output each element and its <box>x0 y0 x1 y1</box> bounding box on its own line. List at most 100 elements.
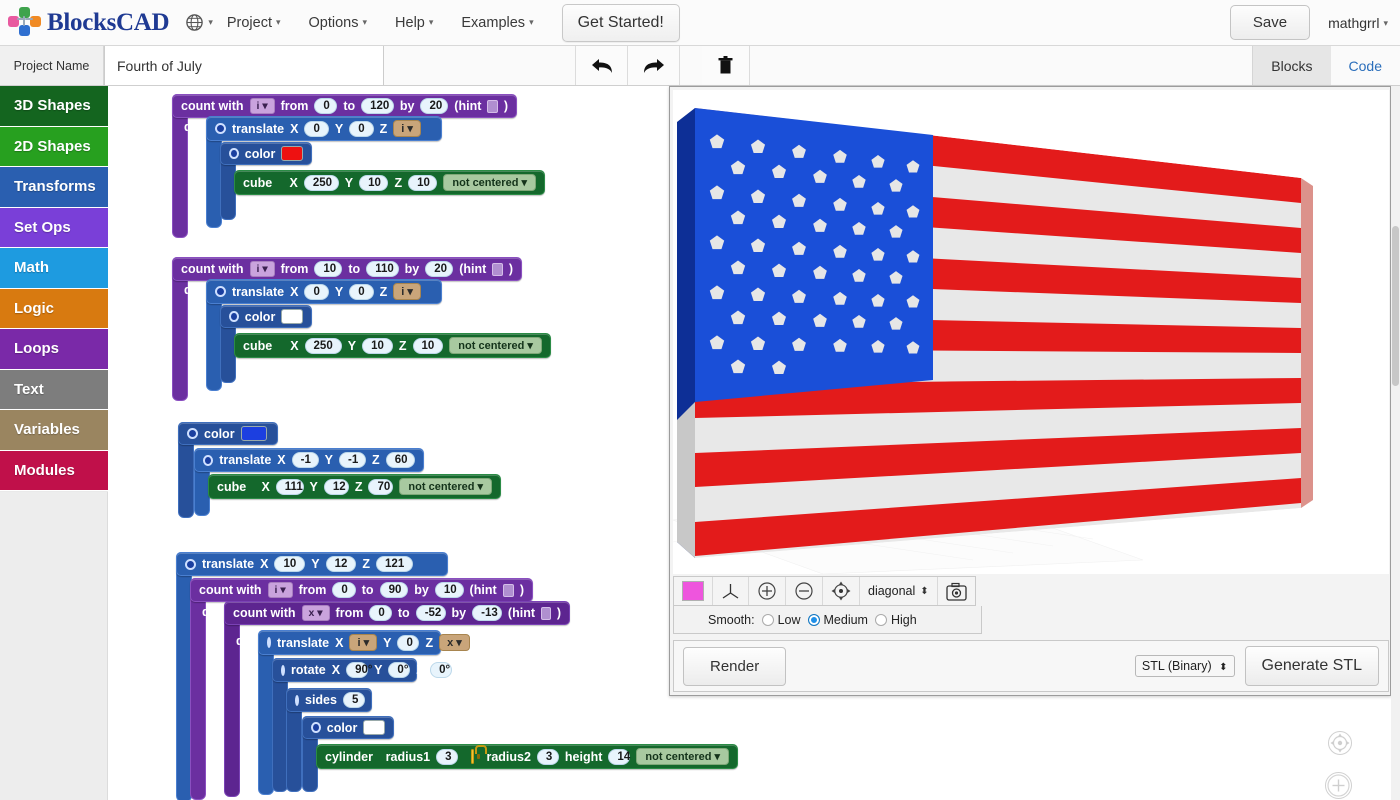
loop-from-value[interactable]: 0 <box>369 605 392 621</box>
hint-swatch-icon[interactable] <box>541 606 551 620</box>
translate-z-variable[interactable]: x ▾ <box>439 634 470 651</box>
cube-y-value[interactable]: 10 <box>362 337 393 354</box>
cube-centered-dropdown[interactable]: not centered ▾ <box>399 478 493 495</box>
block-toggle-icon[interactable] <box>281 664 285 676</box>
translate-z-value[interactable]: 60 <box>385 452 415 468</box>
nav-item-project[interactable]: Project ▾ <box>217 9 291 37</box>
tab-code[interactable]: Code <box>1330 46 1400 85</box>
cube-x-value[interactable]: 250 <box>303 174 339 191</box>
cube-x-value[interactable]: 250 <box>304 337 342 354</box>
cylinder-centered-dropdown[interactable]: not centered ▾ <box>636 748 730 765</box>
block-toggle-icon[interactable] <box>267 637 271 648</box>
loop-from-value[interactable]: 0 <box>314 98 338 114</box>
loop-by-value[interactable]: 20 <box>420 98 449 114</box>
color-block-1[interactable]: color <box>220 142 312 165</box>
loop-count-with-inner[interactable]: count with x ▾ from 0 to -52 by -13 (hin… <box>224 601 570 625</box>
loop-variable[interactable]: i ▾ <box>249 98 275 114</box>
cube-centered-dropdown[interactable]: not centered ▾ <box>449 337 542 354</box>
viewer-zoom-out-button[interactable] <box>786 577 823 605</box>
block-toggle-icon[interactable] <box>215 286 226 297</box>
delete-button[interactable] <box>702 46 750 85</box>
loop-to-value[interactable]: 110 <box>366 261 399 277</box>
loop-variable[interactable]: i ▾ <box>267 582 293 598</box>
translate-z-value[interactable]: 121 <box>376 556 414 572</box>
translate-block-1[interactable]: translate X 0 Y 0 Z i ▾ <box>206 116 442 141</box>
loop-from-value[interactable]: 10 <box>314 261 343 277</box>
translate-block-2[interactable]: translate X 0 Y 0 Z i ▾ <box>206 279 442 304</box>
scrollbar-thumb[interactable] <box>1392 226 1399 386</box>
undo-button[interactable] <box>576 46 628 85</box>
radio-medium-icon[interactable] <box>807 614 820 627</box>
generate-stl-button[interactable]: Generate STL <box>1244 646 1379 686</box>
loop-count-with-2[interactable]: count with i ▾ from 10 to 110 by 20 (hin… <box>172 257 522 281</box>
loop-to-value[interactable]: 120 <box>361 98 394 114</box>
translate-x-value[interactable]: -1 <box>291 452 319 468</box>
project-name-input[interactable] <box>104 46 384 85</box>
cube-y-value[interactable]: 10 <box>359 174 389 191</box>
loop-to-value[interactable]: 90 <box>379 582 409 598</box>
sidebar-item-loops[interactable]: Loops <box>0 329 108 370</box>
block-toggle-icon[interactable] <box>187 428 198 439</box>
color-block-4[interactable]: color <box>302 716 394 739</box>
loop-to-value[interactable]: -52 <box>415 605 446 621</box>
cylinder-radius2-value[interactable]: 3 <box>536 748 559 765</box>
block-toggle-icon[interactable] <box>185 558 196 570</box>
sidebar-item-text[interactable]: Text <box>0 369 108 410</box>
translate-z-variable[interactable]: i ▾ <box>393 120 421 137</box>
rotate-block[interactable]: rotate X 90° Y 0° Z 0° <box>272 658 453 682</box>
sidebar-item-modules[interactable]: Modules <box>0 450 108 491</box>
radio-low-icon[interactable] <box>761 614 774 627</box>
translate-block-3[interactable]: translate X -1 Y -1 Z 60 <box>194 448 424 472</box>
sidebar-item-variables[interactable]: Variables <box>0 410 108 451</box>
sidebar-item-math[interactable]: Math <box>0 248 108 289</box>
loop-by-value[interactable]: 20 <box>425 261 454 277</box>
cube-block-3[interactable]: cube X 111 Y 12 Z 70 not centered ▾ <box>208 474 501 499</box>
workspace-zoom-in-button[interactable] <box>1325 772 1352 799</box>
translate-y-value[interactable]: -1 <box>339 452 367 468</box>
hint-swatch-icon[interactable] <box>502 583 514 597</box>
viewer-zoom-in-button[interactable] <box>749 577 786 605</box>
cube-block-2[interactable]: cube X 250 Y 10 Z 10 not centered ▾ <box>234 333 551 358</box>
cube-centered-dropdown[interactable]: not centered ▾ <box>443 174 536 191</box>
color-swatch[interactable] <box>281 309 303 324</box>
loop-by-value[interactable]: -13 <box>472 605 502 621</box>
translate-y-value[interactable]: 0 <box>349 283 374 300</box>
nav-item-help[interactable]: Help ▾ <box>385 9 443 37</box>
block-toggle-icon[interactable] <box>229 148 239 159</box>
app-logo[interactable]: BlocksCAD <box>8 6 170 39</box>
rotate-y-value[interactable]: 0° <box>388 662 411 678</box>
cube-x-value[interactable]: 111 <box>275 478 304 495</box>
translate-block-inner[interactable]: translate X i ▾ Y 0 Z x ▾ <box>258 630 470 655</box>
translate-y-value[interactable]: 0 <box>397 634 420 651</box>
block-toggle-icon[interactable] <box>203 454 214 466</box>
loop-count-with-outer[interactable]: count with i ▾ from 0 to 90 by 10 (hint … <box>190 578 533 602</box>
cube-y-value[interactable]: 12 <box>323 478 349 495</box>
translate-block-outer[interactable]: translate X 10 Y 12 Z 121 <box>176 552 448 576</box>
viewer-view-select[interactable]: diagonal ⬍ <box>860 577 938 605</box>
translate-x-value[interactable]: 10 <box>274 556 306 572</box>
viewer-axes-button[interactable] <box>713 577 749 605</box>
nav-item-options[interactable]: Options ▾ <box>299 9 378 37</box>
translate-x-value[interactable]: 0 <box>304 283 329 300</box>
block-toggle-icon[interactable] <box>215 123 226 134</box>
color-swatch[interactable] <box>240 426 267 441</box>
cube-z-value[interactable]: 10 <box>412 337 444 354</box>
translate-y-value[interactable]: 12 <box>325 556 357 572</box>
cylinder-radius1-value[interactable]: 3 <box>436 748 459 765</box>
cube-block-1[interactable]: cube X 250 Y 10 Z 10 not centered ▾ <box>234 170 545 195</box>
sides-value[interactable]: 5 <box>342 692 365 708</box>
language-globe-button[interactable]: ▾ <box>185 13 213 32</box>
lock-icon[interactable] <box>470 745 489 764</box>
smooth-option-medium[interactable]: Medium <box>807 613 868 627</box>
translate-y-value[interactable]: 0 <box>349 120 374 137</box>
color-swatch[interactable] <box>281 146 303 161</box>
radio-high-icon[interactable] <box>874 614 887 627</box>
smooth-option-low[interactable]: Low <box>761 613 801 627</box>
stl-format-select[interactable]: STL (Binary) ⬍ <box>1134 655 1235 677</box>
hint-swatch-icon[interactable] <box>492 262 503 276</box>
loop-from-value[interactable]: 0 <box>332 582 356 598</box>
sidebar-item-set-ops[interactable]: Set Ops <box>0 207 108 248</box>
sidebar-item-2d-shapes[interactable]: 2D Shapes <box>0 126 108 167</box>
render-button[interactable]: Render <box>683 646 787 686</box>
rotate-x-value[interactable]: 90° <box>346 662 372 678</box>
